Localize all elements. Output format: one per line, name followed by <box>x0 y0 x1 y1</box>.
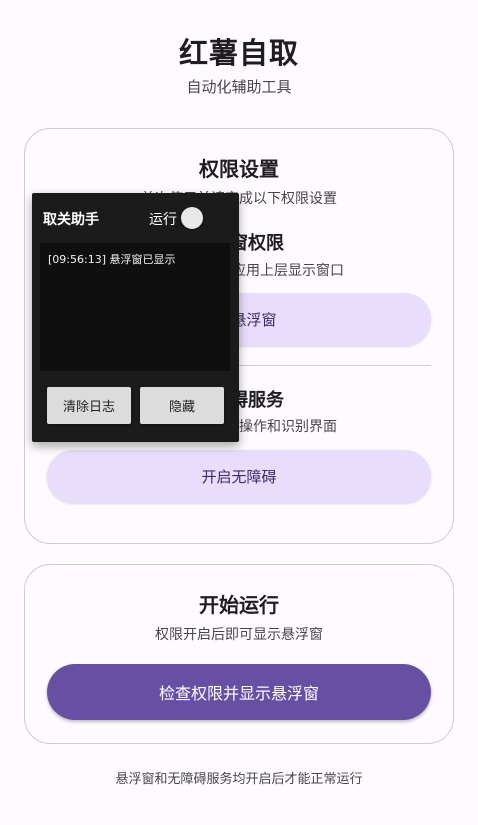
hide-button[interactable]: 隐藏 <box>140 387 224 424</box>
floating-window[interactable]: 取关助手 运行 [09:56:13] 悬浮窗已显示 清除日志 隐藏 <box>32 193 239 442</box>
log-panel: [09:56:13] 悬浮窗已显示 <box>40 243 230 371</box>
run-toggle-switch[interactable] <box>181 207 203 229</box>
run-description: 权限开启后即可显示悬浮窗 <box>155 627 323 643</box>
permissions-title: 权限设置 <box>199 157 279 181</box>
run-card: 开始运行 权限开启后即可显示悬浮窗 检查权限并显示悬浮窗 <box>24 564 454 744</box>
run-toggle-label: 运行 <box>149 212 177 228</box>
check-permissions-show-overlay-button[interactable]: 检查权限并显示悬浮窗 <box>47 664 431 720</box>
clear-log-button[interactable]: 清除日志 <box>47 387 131 424</box>
footer-note: 悬浮窗和无障碍服务均开启后才能正常运行 <box>115 772 363 787</box>
log-line: [09:56:13] 悬浮窗已显示 <box>48 253 176 266</box>
main-screen: 红薯自取 自动化辅助工具 权限设置 首次使用前请完成以下权限设置 悬浮窗权限 允… <box>0 0 478 825</box>
app-title: 红薯自取 <box>178 36 299 70</box>
app-subtitle: 自动化辅助工具 <box>186 78 292 96</box>
run-title: 开始运行 <box>199 593 279 617</box>
floating-window-title: 取关助手 <box>43 212 99 228</box>
enable-accessibility-button[interactable]: 开启无障碍 <box>47 450 431 503</box>
